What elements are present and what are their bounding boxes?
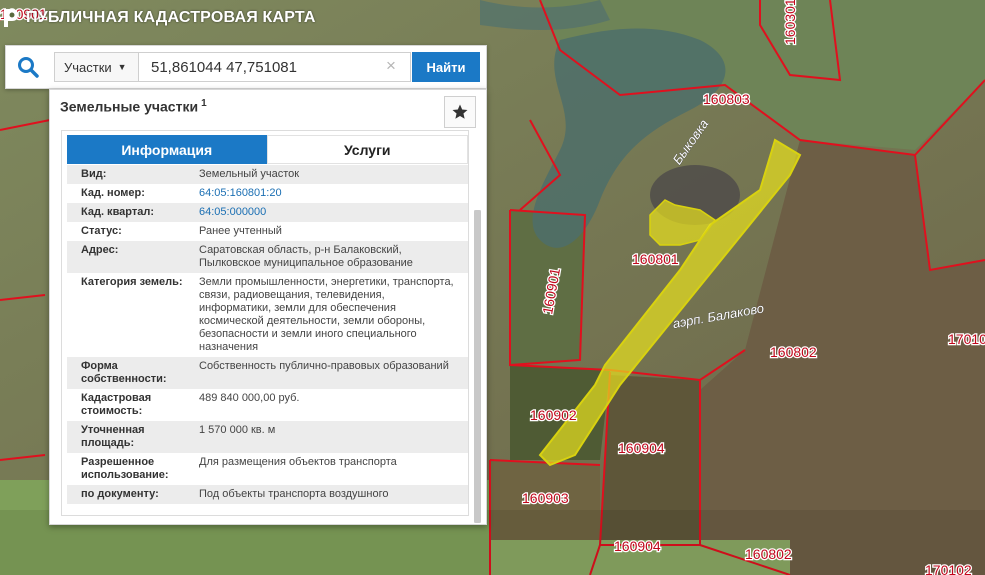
- info-key: Форма собственности:: [81, 360, 167, 385]
- parcel-number-label: 160802: [745, 546, 792, 562]
- info-row: Вид: Земельный участок: [67, 165, 468, 184]
- info-key: Кад. номер:: [81, 187, 145, 199]
- parcel-number-label: 170101: [948, 331, 985, 347]
- app-header: ПУБЛИЧНАЯ КАДАСТРОВАЯ КАРТА: [2, 6, 316, 30]
- app-title: ПУБЛИЧНАЯ КАДАСТРОВАЯ КАРТА: [26, 9, 316, 26]
- info-key: Категория земель:: [81, 276, 183, 288]
- panel-tabs: Информация Услуги: [67, 135, 468, 164]
- info-key: Вид:: [81, 168, 107, 180]
- favorite-button[interactable]: [444, 96, 476, 128]
- info-key: Адрес:: [81, 244, 119, 256]
- chevron-down-icon: ▼: [117, 62, 127, 72]
- tab-information[interactable]: Информация: [67, 135, 267, 164]
- info-key: Статус:: [81, 225, 122, 237]
- info-key: Кадастровая стоимость:: [81, 392, 152, 417]
- info-row: по документу: Под объекты транспорта возд…: [67, 485, 468, 504]
- panel-title-count: 1: [201, 98, 207, 109]
- info-value: Саратовская область, р-н Балаковский, Пы…: [199, 244, 413, 269]
- info-row: Категория земель: Земли промышленности, э…: [67, 273, 468, 357]
- info-row: Форма собственности: Собственность публич…: [67, 357, 468, 389]
- info-row: Уточненная площадь: 1 570 000 кв. м: [67, 421, 468, 453]
- scrollbar-thumb[interactable]: [474, 210, 481, 523]
- info-table: Вид: Земельный участок Кад. номер: 64:05:16…: [67, 165, 468, 504]
- info-value: Ранее учтенный: [199, 225, 282, 237]
- parcel-number-label: 160904: [618, 440, 665, 456]
- info-key: Разрешенное использование:: [81, 456, 169, 481]
- info-row: Кадастровая стоимость: 489 840 000,00 руб…: [67, 389, 468, 421]
- info-value: Земельный участок: [199, 168, 300, 180]
- info-value: Собственность публично-правовых образова…: [199, 360, 449, 372]
- parcel-number-label: 160301: [782, 0, 798, 45]
- info-row: Статус: Ранее учтенный: [67, 222, 468, 241]
- info-key: по документу:: [81, 488, 159, 500]
- parcel-number-label: 160803: [703, 91, 750, 107]
- tab-services[interactable]: Услуги: [266, 135, 468, 164]
- parcel-number-label: 160903: [522, 490, 569, 506]
- info-value: Земли промышленности, энергетики, трансп…: [199, 276, 454, 353]
- parcel-number-label: 170102: [925, 562, 972, 575]
- search-type-label: Участки: [64, 59, 112, 75]
- search-icon[interactable]: [16, 55, 40, 79]
- search-type-dropdown[interactable]: Участки ▼: [54, 52, 138, 82]
- info-value-link[interactable]: 64:05:160801:20: [199, 187, 464, 200]
- info-row: Разрешенное использование: Для размещения…: [67, 453, 468, 485]
- clear-icon[interactable]: ×: [386, 57, 396, 75]
- info-value: 489 840 000,00 руб.: [199, 392, 300, 404]
- info-row: Кад. квартал: 64:05:000000: [67, 203, 468, 222]
- parcel-number-label: 160802: [770, 344, 817, 360]
- search-input[interactable]: [138, 52, 411, 82]
- info-value: 1 570 000 кв. м: [199, 424, 276, 436]
- info-value-link[interactable]: 64:05:000000: [199, 206, 464, 219]
- search-bar: Участки ▼ × Найти: [5, 45, 487, 89]
- parcel-number-label: 160904: [614, 538, 661, 554]
- info-value: Для размещения объектов транспорта: [199, 456, 397, 468]
- info-key: Уточненная площадь:: [81, 424, 145, 449]
- info-panel: Земельные участки 1 Информация Услуги Вид…: [49, 89, 487, 525]
- info-key: Кад. квартал:: [81, 206, 155, 218]
- info-row: Адрес: Саратовская область, р-н Балаковск…: [67, 241, 468, 273]
- panel-title-text: Земельные участки: [60, 98, 199, 115]
- parcel-number-label: 160902: [530, 407, 577, 423]
- search-button[interactable]: Найти: [412, 52, 480, 82]
- info-row: Кад. номер: 64:05:160801:20: [67, 184, 468, 203]
- panel-title: Земельные участки 1: [60, 98, 207, 115]
- parcel-number-label: 160801: [632, 251, 679, 267]
- panel-body: Информация Услуги Вид: Земельный участок К…: [61, 130, 469, 516]
- info-value: Под объекты транспорта воздушного: [199, 488, 389, 500]
- star-icon: [452, 104, 468, 119]
- app-logo-icon: [4, 9, 18, 27]
- panel-scrollbar[interactable]: [474, 210, 481, 523]
